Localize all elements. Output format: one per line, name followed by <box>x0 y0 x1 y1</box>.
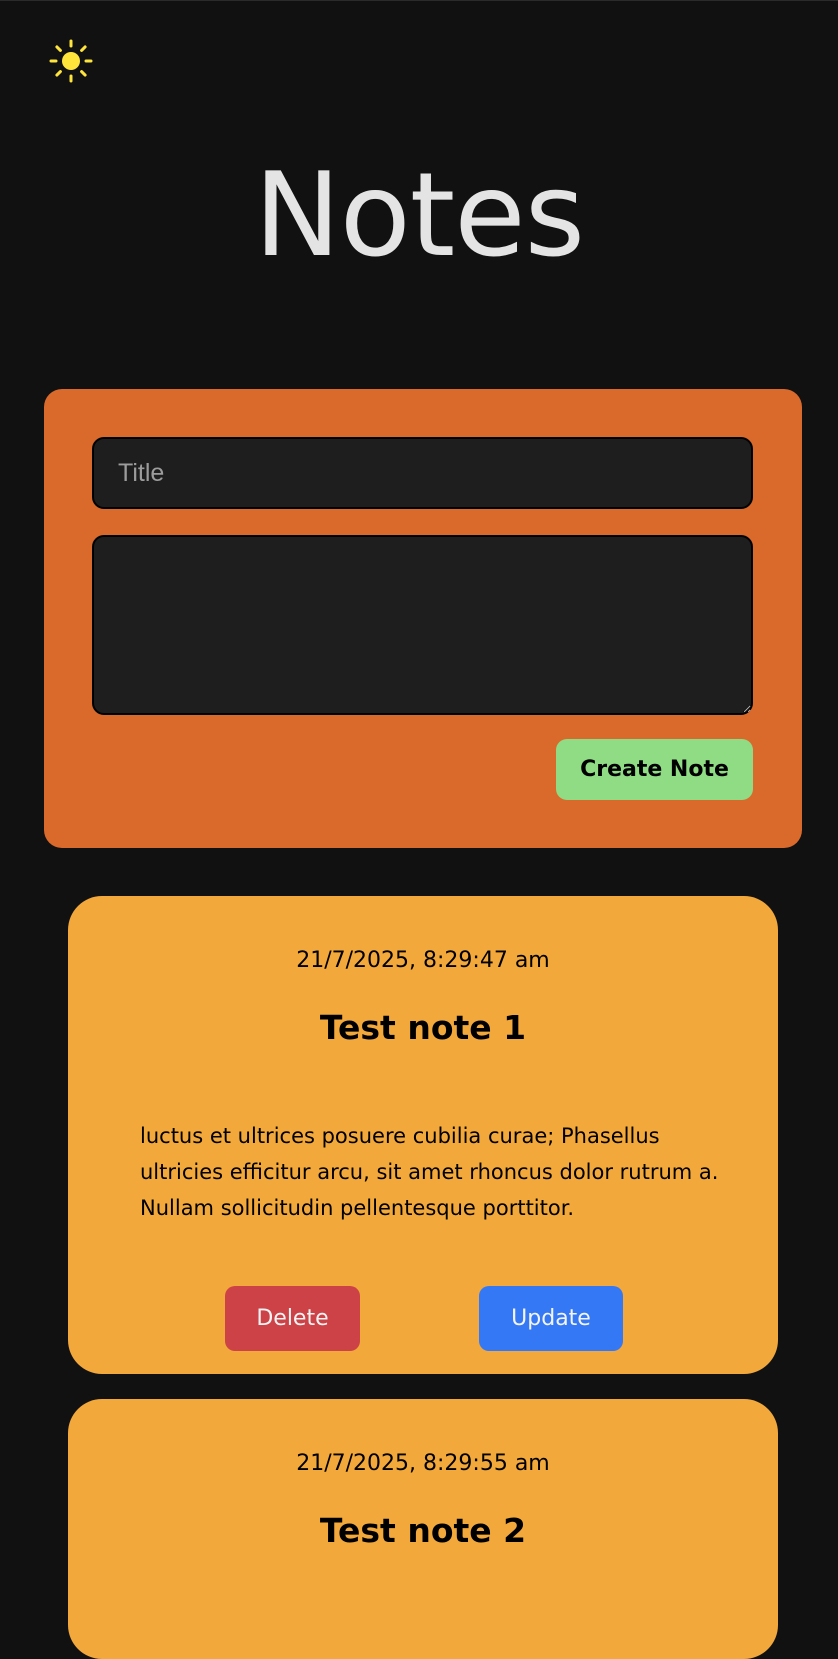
note-title: Test note 1 <box>319 1008 527 1047</box>
delete-button[interactable]: Delete <box>225 1286 360 1351</box>
window-top-border <box>0 0 838 1</box>
create-note-button[interactable]: Create Note <box>556 739 753 800</box>
sun-icon[interactable] <box>48 38 94 84</box>
note-body: luctus et ultrices posuere cubilia curae… <box>140 1124 719 1220</box>
create-note-form: Create Note <box>44 389 802 848</box>
note-title: Test note 2 <box>319 1511 527 1550</box>
note-card: 21/7/2025, 8:29:47 am Test note 1 luctus… <box>68 896 778 1374</box>
note-date: 21/7/2025, 8:29:55 am <box>296 1451 550 1476</box>
note-body-textarea[interactable] <box>92 535 753 715</box>
note-title-input[interactable] <box>92 437 753 509</box>
page-title: Notes <box>253 148 585 283</box>
update-button[interactable]: Update <box>479 1286 623 1351</box>
note-date: 21/7/2025, 8:29:47 am <box>296 948 550 973</box>
note-card: 21/7/2025, 8:29:55 am Test note 2 <box>68 1399 778 1659</box>
